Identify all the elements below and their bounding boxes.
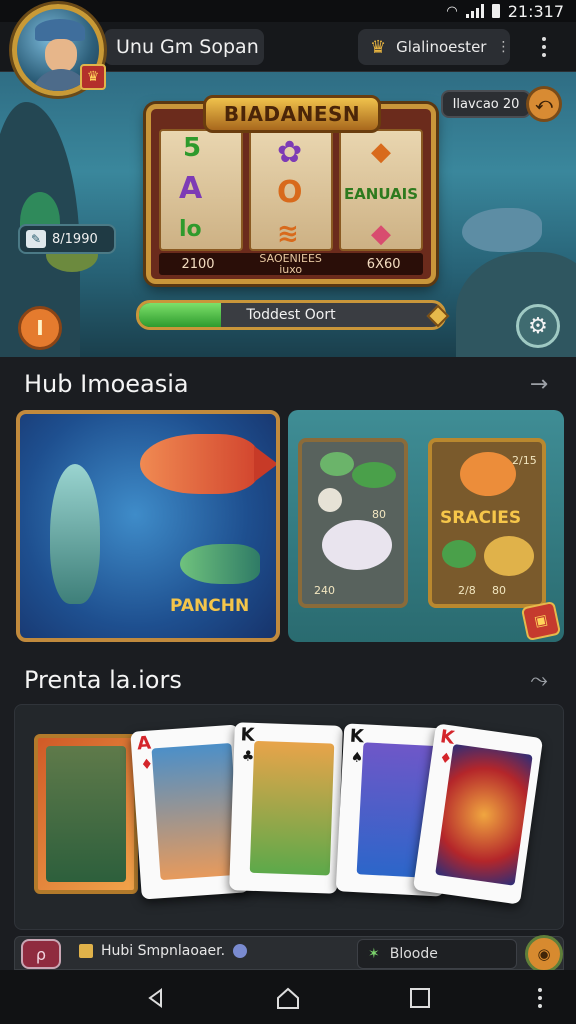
back-icon	[148, 988, 162, 1008]
reward-badge-icon[interactable]: ▣	[520, 600, 562, 642]
nav-menu-button[interactable]	[522, 980, 558, 1016]
recents-icon	[410, 988, 430, 1008]
recents-button[interactable]	[402, 980, 438, 1016]
settings-button[interactable]: ⚙	[516, 304, 560, 348]
signal-icon	[465, 4, 484, 18]
level-badge: ♛	[80, 64, 106, 90]
round-action-button[interactable]: ◉	[525, 935, 563, 973]
bottom-label[interactable]: Hubi Smpnlaoaer.	[79, 943, 248, 959]
reel-symbol: EANUAIS	[343, 185, 419, 203]
panel-number: 2/8	[458, 584, 476, 597]
card-rank: K	[240, 724, 255, 746]
section-title-hub: Hub Imoeasia	[24, 370, 189, 398]
payline: 2100 SAOENIEES iuxo 6X60	[159, 253, 423, 275]
gem-icon	[233, 944, 248, 958]
slot-title: BIADANESN	[203, 95, 381, 133]
sparkle-icon: ✶	[368, 946, 380, 962]
card-caption: SRACIES	[440, 508, 522, 528]
hero-tag-value: 8/1990	[52, 231, 98, 247]
home-button[interactable]	[270, 980, 306, 1016]
payline-value: SAOENIEES iuxo	[259, 252, 322, 276]
payline-value: 2100	[181, 256, 215, 272]
bottom-label-text: Hubi Smpnlaoaer.	[101, 943, 226, 959]
back-button[interactable]	[138, 980, 174, 1016]
reel-symbol: ≋	[277, 219, 299, 249]
dolphin-illustration	[462, 208, 542, 252]
card-rank: K	[349, 725, 365, 748]
reel-symbol: ✿	[277, 135, 303, 170]
coin-icon: I	[36, 316, 44, 340]
system-nav-bar	[0, 970, 576, 1024]
progress-bar: Toddest Oort	[136, 300, 446, 330]
card-rank: A	[136, 732, 152, 755]
bottom-tag-label: Bloode	[389, 946, 438, 962]
payline-value: 6X60	[366, 256, 401, 272]
balance-label: Glalinoester	[396, 38, 487, 56]
panel-number: 240	[314, 584, 335, 597]
arrow-button[interactable]: ⤺	[526, 86, 562, 122]
more-icon: ⋮	[496, 39, 511, 55]
slot-machine[interactable]: BIADANESN 5 A lo ✿ O ≋ ◆ EANUAIS ◆ 2100 …	[146, 95, 436, 284]
reel-symbol: ◆	[371, 137, 391, 167]
ticket-icon: ✎	[26, 230, 46, 248]
reel-1: 5 A lo	[159, 129, 243, 251]
home-icon	[277, 987, 299, 1009]
reel-symbol: 5	[183, 133, 202, 163]
chest-icon	[79, 944, 93, 958]
species-panel: 240 80	[298, 438, 408, 608]
panel-number: 80	[372, 508, 386, 521]
app-logo-icon[interactable]: ρ	[21, 939, 61, 969]
section-arrow-icon[interactable]: →	[522, 372, 556, 398]
hero-chip[interactable]: Ilavcao 20	[441, 90, 531, 118]
section-arrow-icon[interactable]: ⤳	[522, 668, 556, 694]
panel-number: 2/15	[512, 454, 537, 467]
reel-2: ✿ O ≋	[249, 129, 333, 251]
panel-number: 80	[492, 584, 506, 597]
slot-reels: 5 A lo ✿ O ≋ ◆ EANUAIS ◆	[159, 129, 423, 251]
reel-symbol: O	[277, 175, 303, 210]
game-card-left[interactable]: PANCHN	[16, 410, 280, 642]
bottom-strip: ρ Hubi Smpnlaoaer. ✶ Bloode ◉	[14, 935, 564, 973]
section-title-preview: Prenta la.iors	[24, 666, 182, 694]
arrow-icon: ⤺	[535, 94, 553, 113]
hero-banner[interactable]: BIADANESN 5 A lo ✿ O ≋ ◆ EANUAIS ◆ 2100 …	[0, 72, 576, 357]
fish-illustration	[180, 544, 260, 584]
status-time: 21:317	[507, 1, 564, 21]
reel-3: ◆ EANUAIS ◆	[339, 129, 423, 251]
coin-button[interactable]: I	[18, 306, 62, 350]
crown-icon: ♛	[370, 36, 387, 58]
wifi-icon: ◠	[446, 3, 458, 19]
balance-pill[interactable]: ♛ Glalinoester ⋮	[358, 29, 510, 65]
species-panel: SRACIES 2/15 2/8 80	[428, 438, 546, 608]
bottom-tag[interactable]: ✶ Bloode	[357, 939, 517, 969]
progress-label: Toddest Oort	[246, 307, 336, 323]
game-card-right[interactable]: 240 80 SRACIES 2/15 2/8 80 ▣	[288, 410, 564, 642]
reel-symbol: ◆	[371, 219, 391, 249]
overflow-menu-button[interactable]	[528, 32, 560, 62]
character-card[interactable]	[34, 734, 138, 894]
gear-icon: ⚙	[528, 313, 548, 339]
reel-symbol: A	[179, 171, 203, 206]
reel-symbol: lo	[179, 217, 202, 242]
fish-illustration	[50, 464, 100, 604]
hero-tag[interactable]: ✎ 8/1990	[18, 224, 116, 254]
card-caption: PANCHN	[170, 596, 250, 616]
battery-icon	[491, 4, 500, 18]
username-field[interactable]: Unu Gm Sopan	[104, 29, 264, 65]
fish-illustration	[140, 434, 276, 494]
playing-card[interactable]: K ♣	[229, 722, 343, 894]
